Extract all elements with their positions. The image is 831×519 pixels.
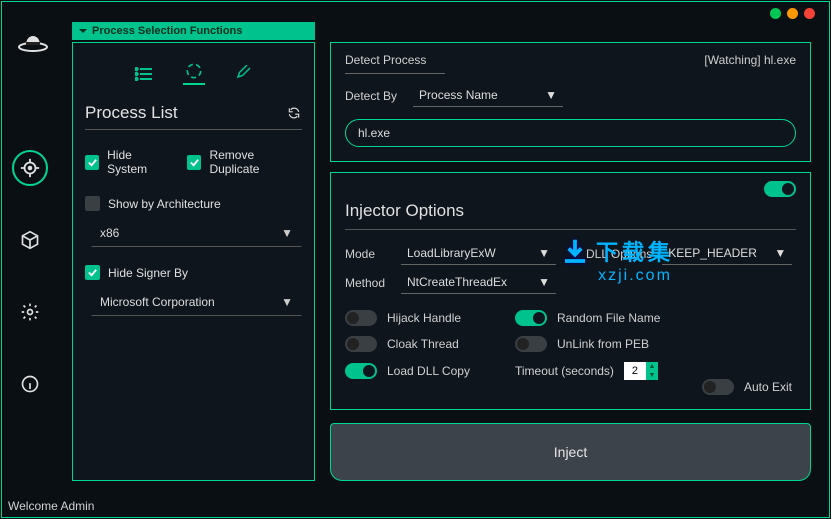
process-list-title-row: Process List xyxy=(85,103,302,123)
random-filename-toggle[interactable] xyxy=(515,310,547,326)
detect-process-panel: Detect Process [Watching] hl.exe Detect … xyxy=(330,42,811,162)
mode-label: Mode xyxy=(345,247,391,261)
timeout-spin-up[interactable]: ▲ xyxy=(646,362,658,371)
detect-by-value: Process Name xyxy=(419,88,498,102)
auto-exit-label: Auto Exit xyxy=(744,380,792,394)
load-dll-copy-label: Load DLL Copy xyxy=(387,364,470,378)
nav-package-icon[interactable] xyxy=(12,222,48,258)
process-list-title: Process List xyxy=(85,103,178,123)
method-label: Method xyxy=(345,276,391,290)
nav-info-icon[interactable] xyxy=(12,366,48,402)
scan-view-icon[interactable] xyxy=(183,63,205,85)
remove-duplicate-checkbox[interactable] xyxy=(187,155,201,170)
chevron-down-icon: ▼ xyxy=(545,88,557,102)
hide-system-checkbox[interactable] xyxy=(85,155,99,170)
process-name-input[interactable] xyxy=(345,119,796,147)
signer-select[interactable]: Microsoft Corporation ▼ xyxy=(91,288,302,316)
injector-enable-toggle[interactable] xyxy=(764,181,796,197)
section-header-label: Process Selection Functions xyxy=(92,25,242,37)
dll-options-select[interactable]: KEEP_HEADER ▼ xyxy=(662,242,792,265)
mode-select[interactable]: LoadLibraryExW ▼ xyxy=(401,242,556,265)
unlink-peb-label: UnLink from PEB xyxy=(557,337,649,351)
nav-settings-icon[interactable] xyxy=(12,294,48,330)
mode-value: LoadLibraryExW xyxy=(407,246,496,260)
dll-options-label: DLL Options xyxy=(586,247,652,261)
cloak-thread-toggle[interactable] xyxy=(345,336,377,352)
hijack-handle-label: Hijack Handle xyxy=(387,311,461,325)
auto-exit-toggle[interactable] xyxy=(702,379,734,395)
dll-options-value: KEEP_HEADER xyxy=(668,246,757,260)
nav-target-icon[interactable] xyxy=(12,150,48,186)
section-header[interactable]: Process Selection Functions xyxy=(72,22,315,40)
detect-process-title: Detect Process xyxy=(345,53,426,67)
hide-signer-label: Hide Signer By xyxy=(108,266,188,280)
show-arch-label: Show by Architecture xyxy=(108,197,221,211)
close-dot[interactable] xyxy=(804,8,815,19)
detect-by-select[interactable]: Process Name ▼ xyxy=(413,84,563,107)
random-filename-label: Random File Name xyxy=(557,311,660,325)
cloak-thread-label: Cloak Thread xyxy=(387,337,459,351)
detect-by-label: Detect By xyxy=(345,89,397,103)
minimize-dot[interactable] xyxy=(770,8,781,19)
pin-view-icon[interactable] xyxy=(233,63,255,85)
timeout-input[interactable] xyxy=(624,362,646,380)
inject-button[interactable]: Inject xyxy=(330,423,811,481)
signer-select-value: Microsoft Corporation xyxy=(100,295,215,309)
method-value: NtCreateThreadEx xyxy=(407,275,507,289)
arch-select-value: x86 xyxy=(100,226,119,240)
chevron-down-icon: ▼ xyxy=(538,275,550,289)
arch-select[interactable]: x86 ▼ xyxy=(91,219,302,247)
app-logo-hat-icon xyxy=(14,20,52,58)
process-list-panel: Process List Hide System Remove Duplicat… xyxy=(72,42,315,481)
hide-system-label: Hide System xyxy=(107,148,171,176)
app-window: Process Selection Functions Process List xyxy=(1,1,830,518)
chevron-down-icon: ▼ xyxy=(774,246,786,260)
unlink-peb-toggle[interactable] xyxy=(515,336,547,352)
view-mode-bar xyxy=(85,53,302,97)
window-controls xyxy=(770,8,815,19)
injector-options-title: Injector Options xyxy=(345,201,796,221)
chevron-down-icon: ▼ xyxy=(281,295,293,309)
timeout-spin-down[interactable]: ▼ xyxy=(646,371,658,380)
injector-options-panel: Injector Options Mode LoadLibraryExW ▼ D… xyxy=(330,172,811,410)
remove-duplicate-label: Remove Duplicate xyxy=(209,148,302,176)
inject-button-label: Inject xyxy=(554,444,587,460)
chevron-down-icon: ▼ xyxy=(538,246,550,260)
side-nav xyxy=(2,150,58,402)
load-dll-copy-toggle[interactable] xyxy=(345,363,377,379)
method-select[interactable]: NtCreateThreadEx ▼ xyxy=(401,271,556,294)
watching-label: [Watching] hl.exe xyxy=(704,53,796,67)
status-bar: Welcome Admin xyxy=(8,499,94,513)
refresh-icon[interactable] xyxy=(286,105,302,121)
maximize-dot[interactable] xyxy=(787,8,798,19)
show-arch-checkbox[interactable] xyxy=(85,196,100,211)
list-view-icon[interactable] xyxy=(133,63,155,85)
chevron-down-icon: ▼ xyxy=(281,226,293,240)
timeout-label: Timeout (seconds) xyxy=(515,364,614,378)
hijack-handle-toggle[interactable] xyxy=(345,310,377,326)
hide-signer-checkbox[interactable] xyxy=(85,265,100,280)
